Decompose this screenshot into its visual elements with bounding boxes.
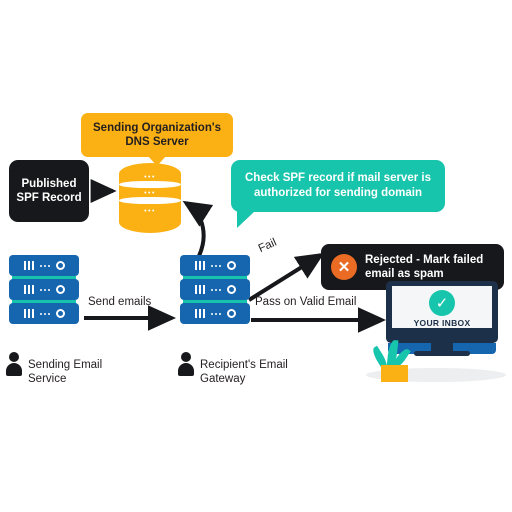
server-bars-icon — [23, 261, 34, 270]
node-label-sending-email-service: Sending Email Service — [28, 359, 103, 385]
server-dots-icon — [39, 288, 50, 291]
monitor-foot — [414, 351, 470, 356]
server-bars-icon — [23, 285, 34, 294]
check-circle-icon: ✓ — [429, 290, 455, 316]
server-stack-recipient — [180, 255, 250, 327]
person-icon-recipient — [178, 352, 194, 376]
server-bars-icon — [23, 309, 34, 318]
published-spf-record-box: Published SPF Record — [9, 160, 89, 222]
server-dots-icon — [210, 288, 221, 291]
arrow-label-pass-valid: Pass on Valid Email — [255, 296, 357, 308]
server-unit — [9, 279, 79, 306]
check-spf-record-text: Check SPF record if mail server is autho… — [244, 172, 431, 199]
server-ring-icon — [226, 309, 236, 318]
server-dots-icon — [39, 312, 50, 315]
your-inbox-label: YOUR INBOX — [413, 318, 471, 328]
server-ring-icon — [55, 309, 65, 318]
server-ring-icon — [55, 285, 65, 294]
rejected-spam-text: Rejected - Mark failed email as spam — [365, 254, 484, 280]
arrow-label-send-emails: Send emails — [88, 296, 152, 308]
server-stack-sending — [9, 255, 79, 327]
dns-server-callout: Sending Organization's DNS Server — [81, 113, 233, 166]
server-unit — [180, 279, 250, 306]
person-head — [181, 352, 191, 362]
x-circle-icon: ✕ — [331, 254, 357, 280]
server-bars-icon — [194, 285, 205, 294]
server-unit — [9, 303, 79, 324]
arrow-gateway-to-dns — [182, 200, 214, 259]
server-ring-icon — [226, 285, 236, 294]
server-ring-icon — [55, 261, 65, 270]
diagram-canvas: Sending Organization's DNS Server Publis… — [0, 0, 512, 512]
server-unit — [180, 255, 250, 282]
monitor-neck — [431, 343, 453, 351]
server-ring-icon — [226, 261, 236, 270]
bubble-tail — [237, 211, 255, 228]
server-bars-icon — [194, 261, 205, 270]
person-icon-sending — [6, 352, 22, 376]
server-unit — [9, 255, 79, 282]
dns-server-callout-text: Sending Organization's DNS Server — [93, 122, 221, 148]
server-dots-icon — [210, 312, 221, 315]
server-dots-icon — [39, 264, 50, 267]
server-unit — [180, 303, 250, 324]
check-spf-record-bubble: Check SPF record if mail server is autho… — [231, 160, 445, 228]
person-body — [178, 363, 194, 376]
database-cylinder-icon: ••• ••• ••• — [119, 163, 181, 233]
server-dots-icon — [210, 264, 221, 267]
potted-plant-icon — [370, 339, 414, 382]
server-bars-icon — [194, 309, 205, 318]
node-label-recipient-email-gateway: Recipient's Email Gateway — [200, 359, 288, 385]
person-head — [9, 352, 19, 362]
plant-pot — [381, 365, 408, 382]
published-spf-record-text: Published SPF Record — [16, 178, 82, 204]
person-body — [6, 363, 22, 376]
arrow-fail — [247, 252, 325, 302]
